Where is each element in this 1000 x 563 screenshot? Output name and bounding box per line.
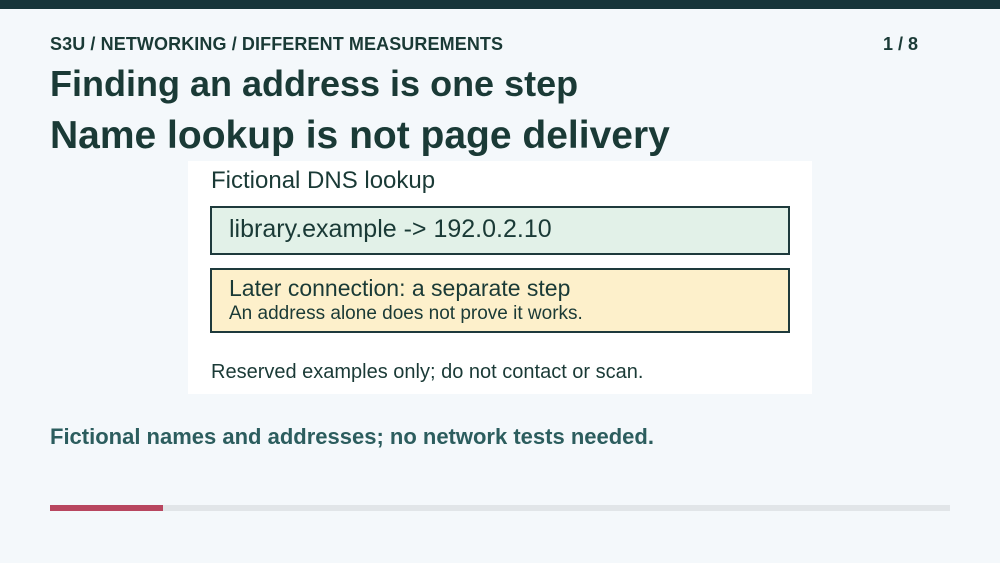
- dns-lookup-panel: Fictional DNS lookup library.example -> …: [188, 161, 812, 394]
- lookup-result-text: library.example -> 192.0.2.10: [229, 215, 552, 243]
- slide-caption: Fictional names and addresses; no networ…: [50, 424, 654, 449]
- slide-subtitle: Name lookup is not page delivery: [50, 114, 670, 157]
- panel-footnote: Reserved examples only; do not contact o…: [211, 361, 644, 383]
- slide-title: Finding an address is one step: [50, 63, 579, 104]
- progress-bar: [50, 505, 950, 511]
- top-bar: [0, 0, 1000, 9]
- panel-title: Fictional DNS lookup: [211, 167, 436, 194]
- progress-fill: [50, 505, 163, 511]
- connection-step-note: An address alone does not prove it works…: [229, 303, 583, 324]
- page-counter: 1 / 8: [882, 34, 918, 54]
- breadcrumb: S3U / NETWORKING / DIFFERENT MEASUREMENT…: [50, 34, 504, 54]
- lookup-result-box: library.example -> 192.0.2.10: [210, 206, 790, 255]
- connection-step-title: Later connection: a separate step: [229, 275, 571, 301]
- connection-step-box: Later connection: a separate step An add…: [210, 268, 790, 333]
